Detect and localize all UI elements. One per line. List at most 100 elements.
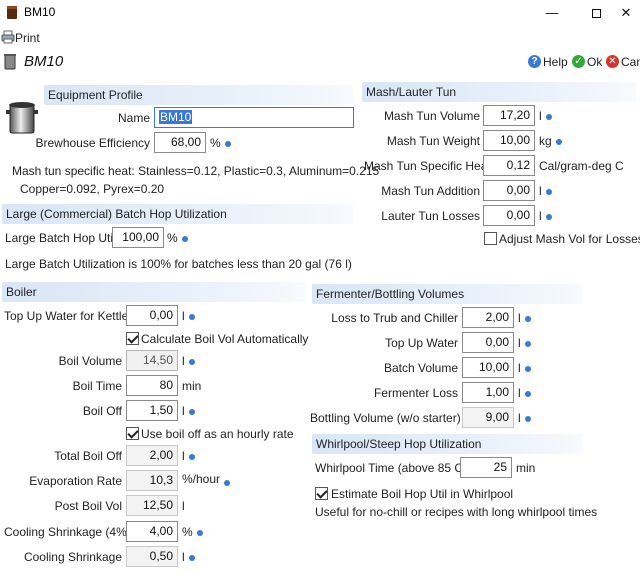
boil-off-unit: l [182,404,195,418]
mash-addition-input[interactable]: 0,00 [483,180,535,201]
trub-loss-unit: l [518,311,531,325]
trub-loss-input[interactable]: 2,00 [462,307,514,328]
specific-heat-note-1: Mash tun specific heat: Stainless=0.12, … [12,164,380,178]
boiler-topup-label: Top Up Water for Kettle [4,309,129,323]
profile-title: BM10 [24,53,64,70]
mash-volume-unit: l [539,109,552,123]
boil-volume-input[interactable]: 14,50 [126,350,178,371]
efficiency-input[interactable]: 68,00 [154,132,206,153]
total-boil-off-label: Total Boil Off [54,449,122,463]
bottling-volume-unit: l [518,411,531,425]
hourly-rate-label: Use boil off as an hourly rate [141,427,294,441]
hourly-rate-checkbox[interactable] [126,427,139,440]
info-dot-icon[interactable] [545,113,552,120]
whirlpool-time-label: Whirlpool Time (above 85 C) [315,461,468,475]
info-dot-icon[interactable] [524,365,531,372]
mash-weight-label: Mash Tun Weight [386,134,480,148]
efficiency-label: Brewhouse Efficiency [35,136,150,150]
evap-rate-input[interactable]: 10,3 [126,470,178,491]
evap-rate-unit: %/hour [182,472,231,486]
calc-boil-checkbox[interactable] [126,332,139,345]
equipment-section-header: Equipment Profile [44,85,354,105]
trub-loss-label: Loss to Trub and Chiller [331,311,458,325]
mash-heat-unit: Cal/gram-deg C [539,159,624,173]
boil-time-label: Boil Time [72,379,122,393]
boiler-topup-unit: l [182,309,195,323]
check-icon: ✓ [572,55,585,68]
mash-weight-input[interactable]: 10,00 [483,130,535,151]
mash-addition-label: Mash Tun Addition [381,184,480,198]
post-boil-input[interactable]: 12,50 [126,495,178,516]
toolbar: Print [0,26,640,48]
info-dot-icon[interactable] [181,235,188,242]
estimate-whirlpool-label: Estimate Boil Hop Util in Whirlpool [331,487,514,501]
ok-label: Ok [587,55,603,69]
info-dot-icon[interactable] [524,390,531,397]
info-dot-icon[interactable] [524,340,531,347]
calc-boil-label: Calculate Boil Vol Automatically [141,332,309,346]
cooling-pct-label: Cooling Shrinkage (4%) [4,525,131,539]
cancel-label: Can [621,55,640,69]
mash-volume-input[interactable]: 17,20 [483,105,535,126]
cooling-label: Cooling Shrinkage [23,550,122,564]
specific-heat-note-2: Copper=0.092, Pyrex=0.20 [20,182,165,196]
info-dot-icon[interactable] [188,554,195,561]
window-close-button[interactable]: ✕ [612,2,640,24]
adjust-mash-label: Adjust Mash Vol for Losses [499,232,640,246]
total-boil-off-input[interactable]: 2,00 [126,445,178,466]
post-boil-unit: l [182,499,185,513]
mash-heat-input[interactable]: 0,12 [483,155,535,176]
boil-off-input[interactable]: 1,50 [126,400,178,421]
info-dot-icon[interactable] [188,313,195,320]
fermenter-section-header: Fermenter/Bottling Volumes [312,284,582,304]
info-dot-icon[interactable] [524,415,531,422]
info-dot-icon[interactable] [545,213,552,220]
whirlpool-time-input[interactable]: 25 [460,457,512,478]
adjust-mash-checkbox[interactable] [484,232,497,245]
info-dot-icon[interactable] [196,529,203,536]
mash-heat-label: Mash Tun Specific Heat [364,159,491,173]
whirlpool-section-header: Whirlpool/Steep Hop Utilization [312,434,582,454]
batch-volume-label: Batch Volume [383,361,458,375]
cooling-pct-input[interactable]: 4,00 [126,521,178,542]
post-boil-label: Post Boil Vol [54,499,122,513]
help-label: Help [543,55,568,69]
cooling-unit: l [182,550,195,564]
fermenter-loss-input[interactable]: 1,00 [462,382,514,403]
printer-icon [1,30,15,44]
window-title: BM10 [24,5,56,19]
info-dot-icon[interactable] [224,140,231,147]
bottling-volume-input[interactable]: 9,00 [462,407,514,428]
info-dot-icon[interactable] [188,408,195,415]
boil-volume-label: Boil Volume [58,354,122,368]
hop-util-input[interactable]: 100,00 [112,227,164,248]
mash-weight-unit: kg [539,134,562,148]
info-dot-icon[interactable] [188,453,195,460]
total-boil-off-unit: l [182,449,195,463]
boil-time-unit: min [182,379,202,393]
boiler-topup-input[interactable]: 0,00 [126,305,178,326]
info-dot-icon[interactable] [224,479,231,486]
hop-util-label: Large Batch Hop Util [5,231,116,245]
batch-volume-input[interactable]: 10,00 [462,357,514,378]
hop-util-note: Large Batch Utilization is 100% for batc… [5,257,352,271]
name-input-value: BM10 [159,110,193,124]
mash-section-header: Mash/Lauter Tun [362,82,636,102]
info-dot-icon[interactable] [524,315,531,322]
cooling-input[interactable]: 0,50 [126,546,178,567]
lauter-losses-unit: l [539,209,552,223]
info-dot-icon[interactable] [545,188,552,195]
estimate-whirlpool-checkbox[interactable] [315,487,328,500]
boil-time-input[interactable]: 80 [126,375,178,396]
boil-off-label: Boil Off [82,404,122,418]
print-label: Print [15,31,40,45]
lauter-losses-label: Lauter Tun Losses [381,209,480,223]
bottling-volume-label: Bottling Volume (w/o starter) [310,411,461,425]
info-dot-icon[interactable] [188,358,195,365]
info-dot-icon[interactable] [555,138,562,145]
fermenter-topup-input[interactable]: 0,00 [462,332,514,353]
lauter-losses-input[interactable]: 0,00 [483,205,535,226]
hop-util-unit: % [167,231,188,245]
minimize-button[interactable]: — [530,2,574,24]
name-input[interactable]: BM10 [154,107,354,128]
